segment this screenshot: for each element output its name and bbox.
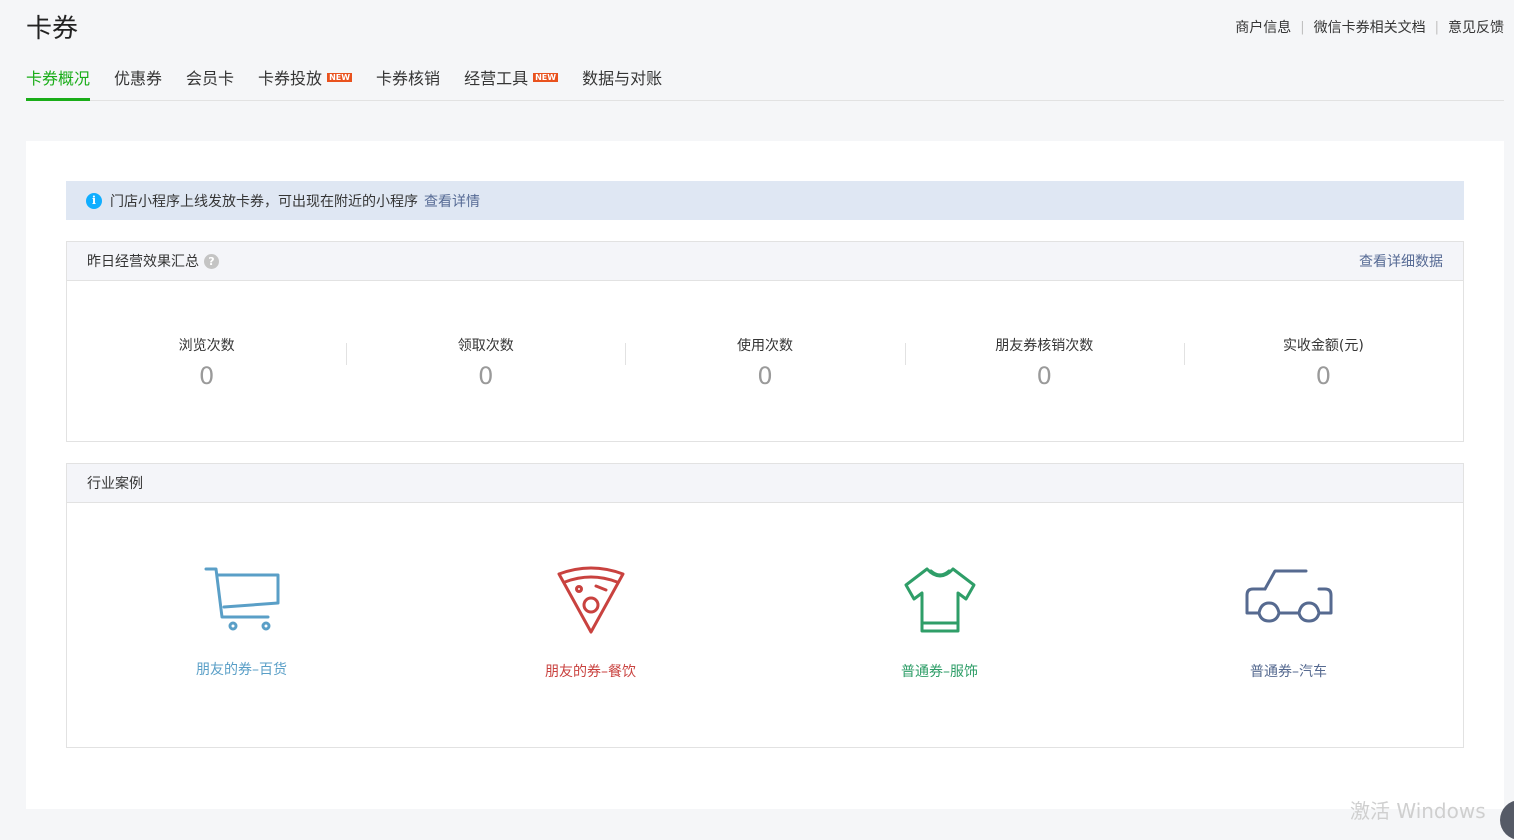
new-badge: NEW: [533, 73, 559, 82]
case-dining[interactable]: 朋友的券–餐饮: [416, 503, 765, 747]
notice-text: 门店小程序上线发放卡券，可出现在附近的小程序: [110, 193, 418, 210]
tab-label: 卡券核销: [376, 69, 441, 88]
stat-claims: 领取次数 0: [346, 333, 625, 389]
cases-header: 行业案例: [67, 464, 1463, 503]
stats-row: 浏览次数 0 领取次数 0 使用次数 0 朋友券核销次数 0 实收金额(元) 0: [67, 281, 1463, 441]
stat-revenue: 实收金额(元) 0: [1183, 333, 1463, 390]
tshirt-icon: [904, 567, 975, 633]
stat-label: 朋友券核销次数: [995, 338, 1094, 354]
tab-data-reconciliation[interactable]: 数据与对账: [582, 66, 662, 100]
docs-link[interactable]: 微信卡券相关文档: [1314, 17, 1426, 37]
new-badge: NEW: [327, 73, 353, 82]
case-label: 朋友的券–餐饮: [545, 664, 636, 680]
main-card: i 门店小程序上线发放卡券，可出现在附近的小程序 查看详情 昨日经营效果汇总 ?…: [26, 141, 1504, 809]
tab-label: 卡券投放: [258, 69, 323, 88]
tab-coupons[interactable]: 优惠券: [114, 66, 162, 100]
stat-views: 浏览次数 0: [67, 333, 346, 389]
info-icon: i: [86, 192, 102, 209]
tab-distribution[interactable]: 卡券投放 NEW: [258, 66, 353, 100]
stat-label: 浏览次数: [178, 338, 235, 354]
stat-value: 0: [198, 362, 215, 390]
cart-icon: [204, 567, 279, 631]
stat-friend-redemptions: 朋友券核销次数 0: [904, 333, 1184, 390]
separator: |: [1300, 19, 1305, 35]
car-icon: [1245, 569, 1332, 623]
pizza-icon: [557, 566, 624, 634]
separator: |: [1434, 19, 1439, 35]
cases-row: 朋友的券–百货 朋友的券–餐饮 普通券–服饰 普通券–汽车: [67, 503, 1463, 747]
view-detailed-data-link[interactable]: 查看详细数据: [1359, 251, 1443, 271]
stat-value: 0: [1036, 362, 1052, 390]
case-apparel[interactable]: 普通券–服饰: [765, 503, 1114, 747]
summary-header: 昨日经营效果汇总 ? 查看详细数据: [67, 242, 1463, 281]
feedback-link[interactable]: 意见反馈: [1448, 17, 1504, 37]
stat-value: 0: [757, 362, 773, 390]
tab-label: 卡券概况: [26, 69, 91, 88]
summary-title: 昨日经营效果汇总: [87, 254, 199, 270]
nav-tabs: 卡券概况 优惠券 会员卡 卡券投放 NEW 卡券核销 经营工具 NEW 数据与对账: [26, 66, 1504, 101]
case-automotive[interactable]: 普通券–汽车: [1114, 503, 1463, 747]
stat-uses: 使用次数 0: [625, 333, 904, 389]
tab-membership[interactable]: 会员卡: [186, 66, 234, 100]
tab-label: 会员卡: [186, 69, 235, 88]
tab-label: 经营工具: [464, 69, 529, 88]
windows-activation-watermark: 激活 Windows: [1350, 799, 1486, 823]
stat-value: 0: [478, 362, 494, 390]
tab-redemption[interactable]: 卡券核销: [376, 66, 440, 100]
case-label: 普通券–服饰: [901, 664, 978, 680]
cases-title: 行业案例: [87, 476, 143, 492]
tab-overview[interactable]: 卡券概况: [26, 66, 91, 101]
stat-label: 使用次数: [737, 338, 793, 354]
tab-label: 优惠券: [114, 69, 163, 88]
tab-label: 数据与对账: [582, 69, 663, 88]
stat-value: 0: [1315, 362, 1332, 390]
header-links: 商户信息 | 微信卡券相关文档 | 意见反馈: [1235, 17, 1504, 37]
tab-business-tools[interactable]: 经营工具 NEW: [464, 66, 559, 100]
stat-label: 领取次数: [457, 338, 514, 354]
help-icon[interactable]: ?: [204, 253, 219, 269]
stat-label: 实收金额(元): [1282, 338, 1364, 354]
case-department-store[interactable]: 朋友的券–百货: [67, 503, 416, 747]
page-title: 卡券: [26, 14, 79, 44]
case-label: 朋友的券–百货: [196, 662, 287, 678]
industry-cases-panel: 行业案例 朋友的券–百货 朋友的券–餐饮 普通券–服饰 普通券–汽车: [66, 463, 1464, 748]
case-label: 普通券–汽车: [1250, 664, 1327, 680]
summary-panel: 昨日经营效果汇总 ? 查看详细数据 浏览次数 0 领取次数 0 使用次数 0 朋…: [66, 241, 1464, 442]
merchant-info-link[interactable]: 商户信息: [1235, 17, 1291, 37]
notice-bar: i 门店小程序上线发放卡券，可出现在附近的小程序 查看详情: [66, 181, 1464, 220]
notice-details-link[interactable]: 查看详情: [424, 191, 480, 211]
